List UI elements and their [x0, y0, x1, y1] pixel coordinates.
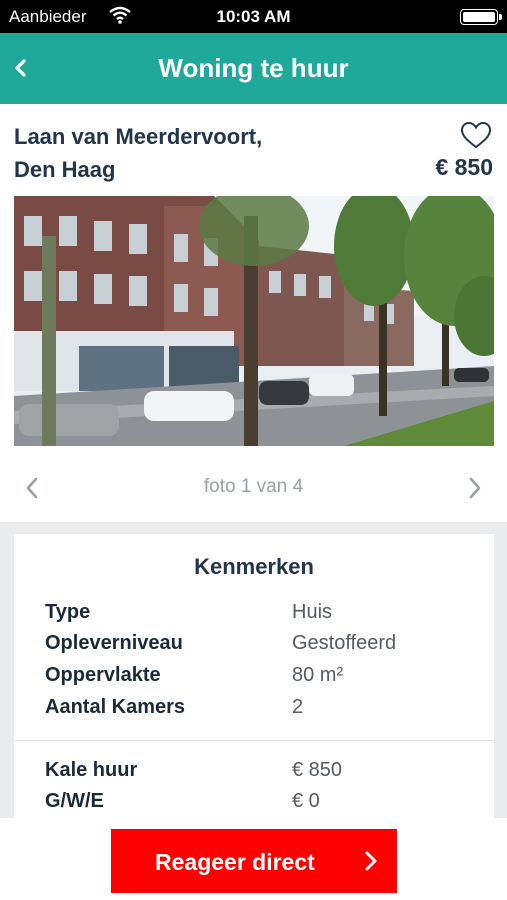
listing-price: € 850 — [435, 154, 493, 180]
status-bar: Aanbieder 10:03 AM — [0, 0, 507, 33]
chevron-right-icon[interactable] — [465, 474, 485, 502]
cta-label: Reageer direct — [155, 849, 315, 875]
listing-header: Laan van Meerdervoort, Den Haag € 850 fo… — [0, 104, 507, 522]
battery-tip — [499, 14, 502, 20]
divider — [14, 740, 494, 741]
footer-bar: Reageer direct — [0, 818, 507, 900]
feature-value: 80 m² — [292, 664, 344, 686]
feature-value: Huis — [292, 601, 333, 623]
battery-icon — [460, 9, 498, 25]
feature-label: Opleverniveau — [45, 632, 183, 654]
cost-label: Kale huur — [45, 759, 138, 781]
feature-value: Gestoffeerd — [292, 632, 397, 654]
cost-value: € 0 — [292, 790, 320, 812]
features-card: Kenmerken Type Huis Opleverniveau Gestof… — [14, 534, 494, 824]
heart-outline-icon[interactable] — [459, 120, 493, 150]
address-line-city: Den Haag — [14, 157, 116, 182]
feature-label: Oppervlakte — [45, 664, 161, 686]
reageer-direct-button[interactable]: Reageer direct — [111, 829, 397, 893]
listing-photo[interactable] — [14, 196, 494, 446]
page-title: Woning te huur — [158, 53, 349, 83]
chevron-right-icon — [365, 851, 377, 871]
feature-label: Type — [45, 601, 91, 623]
feature-value: 2 — [292, 696, 304, 718]
nav-bar: Woning te huur — [0, 33, 507, 104]
clock: 10:03 AM — [216, 7, 291, 26]
features-title: Kenmerken — [194, 554, 314, 579]
photo-counter: foto 1 van 4 — [203, 476, 304, 497]
feature-label: Aantal Kamers — [45, 696, 186, 718]
listing-address: Laan van Meerdervoort, Den Haag — [14, 120, 262, 186]
address-line-street: Laan van Meerdervoort, — [14, 124, 263, 149]
cost-label: G/W/E — [45, 790, 104, 812]
cost-value: € 850 — [292, 759, 343, 781]
